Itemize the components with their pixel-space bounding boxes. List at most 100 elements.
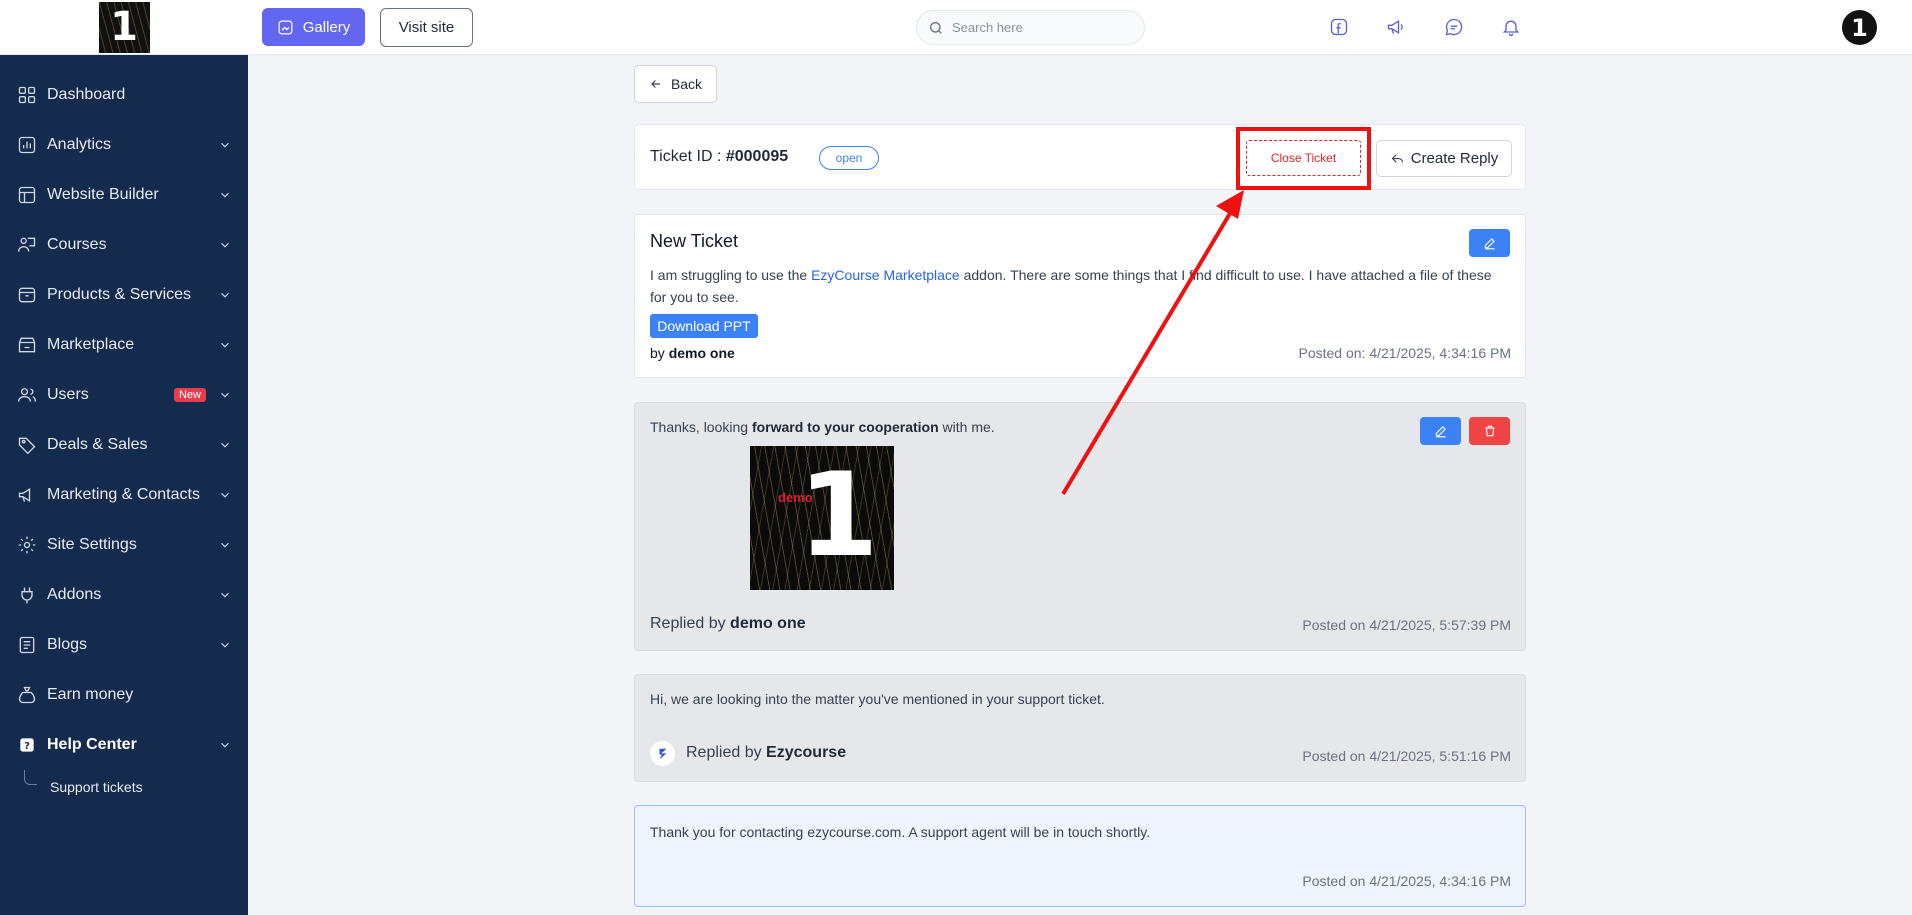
store-icon: [16, 334, 38, 356]
ezycourse-logo-icon: [650, 741, 675, 766]
chevron-down-icon: [218, 538, 232, 552]
search-box[interactable]: [916, 10, 1145, 45]
chevron-down-icon: [218, 338, 232, 352]
create-reply-label: Create Reply: [1410, 150, 1499, 167]
chevron-down-icon: [218, 488, 232, 502]
megaphone-icon: [16, 484, 38, 506]
sidebar-subitem-support-tickets[interactable]: Support tickets: [0, 770, 248, 804]
search-icon: [930, 21, 942, 34]
delete-reply-button[interactable]: [1469, 417, 1510, 445]
teacher-icon: [16, 234, 38, 256]
chevron-down-icon: [218, 138, 232, 152]
reply-text: Thanks, looking forward to your cooperat…: [650, 419, 995, 435]
sidebar-item-blogs[interactable]: Blogs: [0, 620, 248, 670]
sidebar-item-analytics[interactable]: Analytics: [0, 120, 248, 170]
edit-reply-button[interactable]: [1420, 417, 1461, 445]
chevron-down-icon: [218, 188, 232, 202]
back-label: Back: [670, 76, 703, 92]
sidebar-item-label: Users: [47, 386, 89, 403]
sidebar-item-label: Courses: [47, 236, 107, 253]
ticket-id: Ticket ID : #000095: [650, 148, 789, 165]
users-icon: [16, 384, 38, 406]
chevron-down-icon: [218, 588, 232, 602]
box-icon: [16, 284, 38, 306]
money-bag-icon: [16, 684, 38, 706]
ticket-author: by demo one: [650, 345, 735, 361]
reply-text: Hi, we are looking into the matter you'v…: [650, 691, 1105, 707]
reply-posted-date: Posted on 4/21/2025, 5:51:16 PM: [1302, 748, 1511, 764]
ticket-header: Ticket ID : #000095 open Close Ticket Cr…: [634, 124, 1526, 190]
image-demo-text: demo: [778, 490, 813, 505]
document-icon: [16, 634, 38, 656]
image-number: 1: [798, 448, 879, 583]
marketplace-link[interactable]: EzyCourse Marketplace: [811, 267, 960, 283]
close-ticket-button[interactable]: Close Ticket: [1246, 140, 1361, 176]
reply-posted-date: Posted on 4/21/2025, 5:57:39 PM: [1302, 617, 1511, 633]
reply-item: Hi, we are looking into the matter you'v…: [634, 674, 1526, 782]
sidebar-item-addons[interactable]: Addons: [0, 570, 248, 620]
ticket-title: New Ticket: [650, 231, 739, 251]
chevron-down-icon: [218, 288, 232, 302]
reply-attachment-image[interactable]: demo 1: [750, 446, 894, 590]
layout-icon: [16, 184, 38, 206]
sidebar-item-label: Deals & Sales: [47, 436, 148, 453]
chevron-down-icon: [218, 638, 232, 652]
sidebar-item-courses[interactable]: Courses: [0, 220, 248, 270]
gallery-icon: [278, 19, 293, 35]
logo-image: 1: [98, 1, 150, 53]
sidebar-item-label: Help Center: [47, 736, 137, 753]
sidebar-item-website-builder[interactable]: Website Builder: [0, 170, 248, 220]
sidebar-item-site-settings[interactable]: Site Settings: [0, 520, 248, 570]
edit-ticket-button[interactable]: [1469, 229, 1510, 257]
sidebar-item-label: Site Settings: [47, 536, 137, 553]
ticket-description: I am struggling to use the EzyCourse Mar…: [650, 267, 1492, 305]
sidebar: 1 Dashboard Analytics Website Builder Co…: [0, 0, 248, 915]
chat-icon[interactable]: [1443, 16, 1465, 38]
reply-posted-date: Posted on 4/21/2025, 4:34:16 PM: [1302, 873, 1511, 889]
gallery-button[interactable]: Gallery: [262, 8, 365, 46]
create-reply-button[interactable]: Create Reply: [1376, 140, 1512, 177]
sidebar-item-help-center[interactable]: ? Help Center: [0, 720, 248, 770]
sidebar-item-deals-sales[interactable]: Deals & Sales: [0, 420, 248, 470]
arrow-left-icon: [651, 80, 661, 88]
sidebar-subitem-label: Support tickets: [50, 779, 143, 795]
top-bar: Gallery Visit site 1: [248, 0, 1912, 55]
reply-author: Replied by Ezycourse: [686, 744, 847, 761]
reply-author: Replied by demo one: [650, 615, 806, 632]
gear-icon: [16, 534, 38, 556]
pencil-icon: [1435, 426, 1446, 438]
gallery-label: Gallery: [302, 18, 351, 36]
bell-icon[interactable]: [1500, 16, 1522, 38]
sidebar-item-marketing-contacts[interactable]: Marketing & Contacts: [0, 470, 248, 520]
sidebar-item-label: Marketing & Contacts: [47, 486, 200, 503]
avatar[interactable]: 1: [1842, 10, 1877, 45]
visit-site-button[interactable]: Visit site: [380, 8, 473, 47]
site-logo[interactable]: 1: [0, 0, 248, 55]
chevron-down-icon: [218, 738, 232, 752]
search-input[interactable]: [952, 20, 1122, 35]
chevron-down-icon: [218, 388, 232, 402]
facebook-icon[interactable]: [1328, 16, 1350, 38]
reply-item: Thanks, looking forward to your cooperat…: [634, 402, 1526, 651]
ticket-id-value: #000095: [725, 148, 789, 165]
new-badge: New: [173, 388, 206, 402]
sidebar-item-label: Blogs: [47, 636, 88, 653]
status-badge: open: [819, 146, 879, 170]
sidebar-item-products-services[interactable]: Products & Services: [0, 270, 248, 320]
trash-icon: [1484, 425, 1495, 437]
sidebar-item-users[interactable]: Users New: [0, 370, 248, 420]
back-button[interactable]: Back: [634, 65, 717, 103]
sidebar-item-label: Products & Services: [47, 286, 192, 303]
megaphone-icon[interactable]: [1385, 16, 1407, 38]
sidebar-item-earn-money[interactable]: Earn money: [0, 670, 248, 720]
sidebar-item-dashboard[interactable]: Dashboard: [0, 70, 248, 120]
auto-reply-item: Thank you for contacting ezycourse.com. …: [634, 805, 1526, 907]
sidebar-item-label: Marketplace: [47, 336, 135, 353]
sidebar-nav: Dashboard Analytics Website Builder Cour…: [0, 55, 248, 804]
download-ppt-button[interactable]: Download PPT: [650, 314, 758, 338]
sidebar-item-label: Website Builder: [47, 186, 159, 203]
sidebar-item-marketplace[interactable]: Marketplace: [0, 320, 248, 370]
sidebar-item-label: Addons: [47, 586, 102, 603]
sidebar-item-label: Earn money: [47, 686, 134, 703]
sidebar-item-label: Dashboard: [47, 86, 126, 103]
